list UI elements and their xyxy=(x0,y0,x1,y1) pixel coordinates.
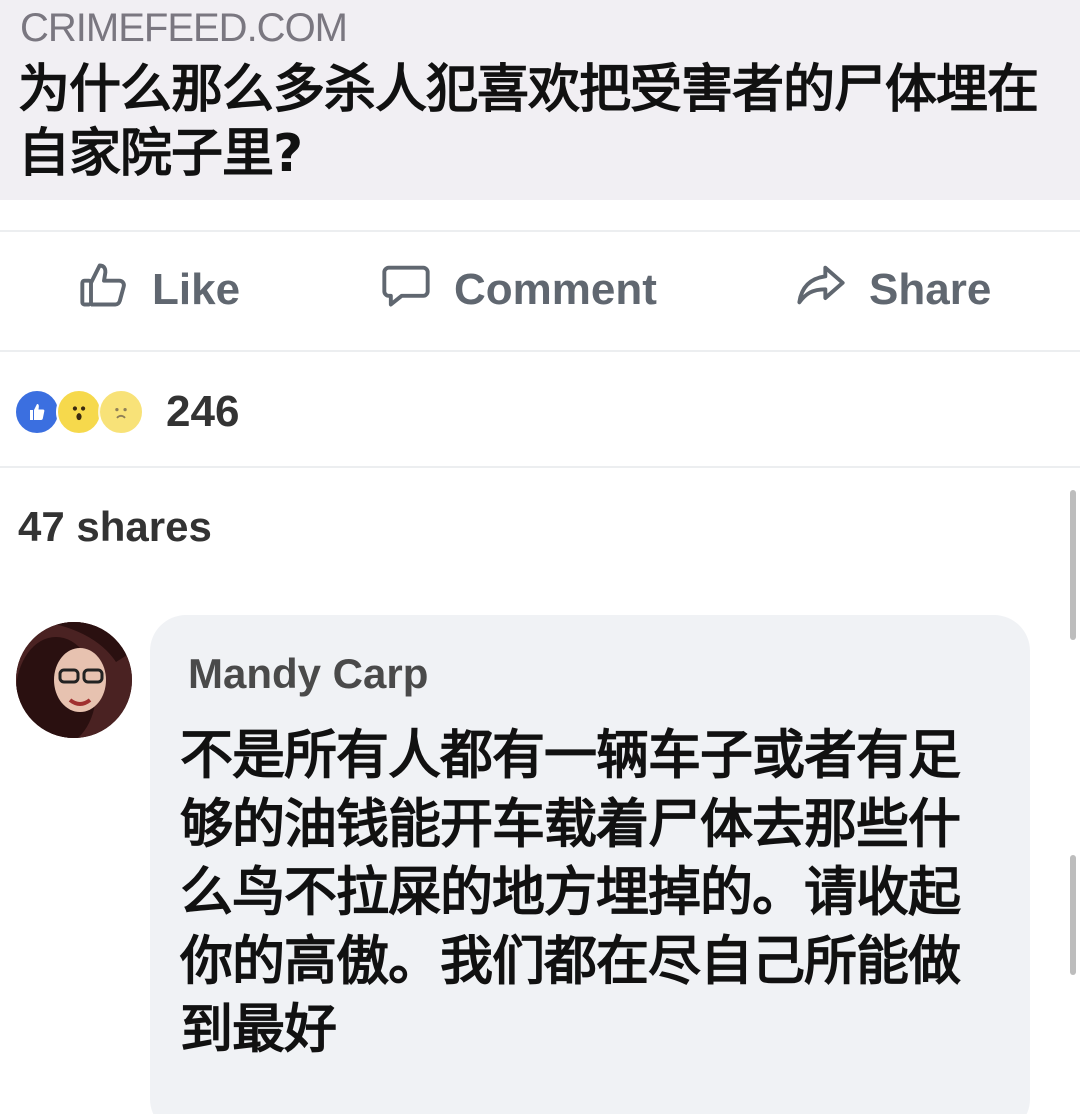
comment-label: Comment xyxy=(454,265,657,314)
comment-author[interactable]: Mandy Carp xyxy=(188,650,428,698)
scrollbar[interactable] xyxy=(1070,855,1076,975)
share-button[interactable]: Share xyxy=(795,260,991,320)
like-button[interactable]: Like xyxy=(78,260,240,320)
divider xyxy=(0,466,1080,468)
comment-text: 不是所有人都有一辆车子或者有足够的油钱能开车载着尸体去那些什么鸟不拉屎的地方埋掉… xyxy=(180,725,961,1060)
divider xyxy=(0,350,1080,352)
action-bar: Like Comment Share xyxy=(0,230,1080,350)
share-label: Share xyxy=(869,265,992,314)
link-headline[interactable]: 为什么那么多杀人犯喜欢把受害者的尸体埋在自家院子里? xyxy=(18,58,1068,186)
like-icon xyxy=(14,389,60,435)
shares-count[interactable]: 47 shares xyxy=(18,503,212,551)
reaction-count: 246 xyxy=(166,387,240,436)
share-arrow-icon xyxy=(795,259,869,322)
wow-icon xyxy=(56,389,102,435)
avatar[interactable] xyxy=(16,622,132,738)
like-label: Like xyxy=(152,265,241,314)
link-preview[interactable]: CRIMEFEED.COM 为什么那么多杀人犯喜欢把受害者的尸体埋在自家院子里? xyxy=(0,0,1080,200)
speech-bubble-icon xyxy=(380,259,454,322)
post-screenshot: CRIMEFEED.COM 为什么那么多杀人犯喜欢把受害者的尸体埋在自家院子里?… xyxy=(0,0,1080,1114)
thumbs-up-icon xyxy=(78,259,152,322)
link-domain: CRIMEFEED.COM xyxy=(20,6,348,50)
reactions-summary[interactable]: 246 xyxy=(14,385,239,439)
scrollbar[interactable] xyxy=(1070,490,1076,640)
sad-icon xyxy=(98,389,144,435)
comment-button[interactable]: Comment xyxy=(380,260,657,320)
